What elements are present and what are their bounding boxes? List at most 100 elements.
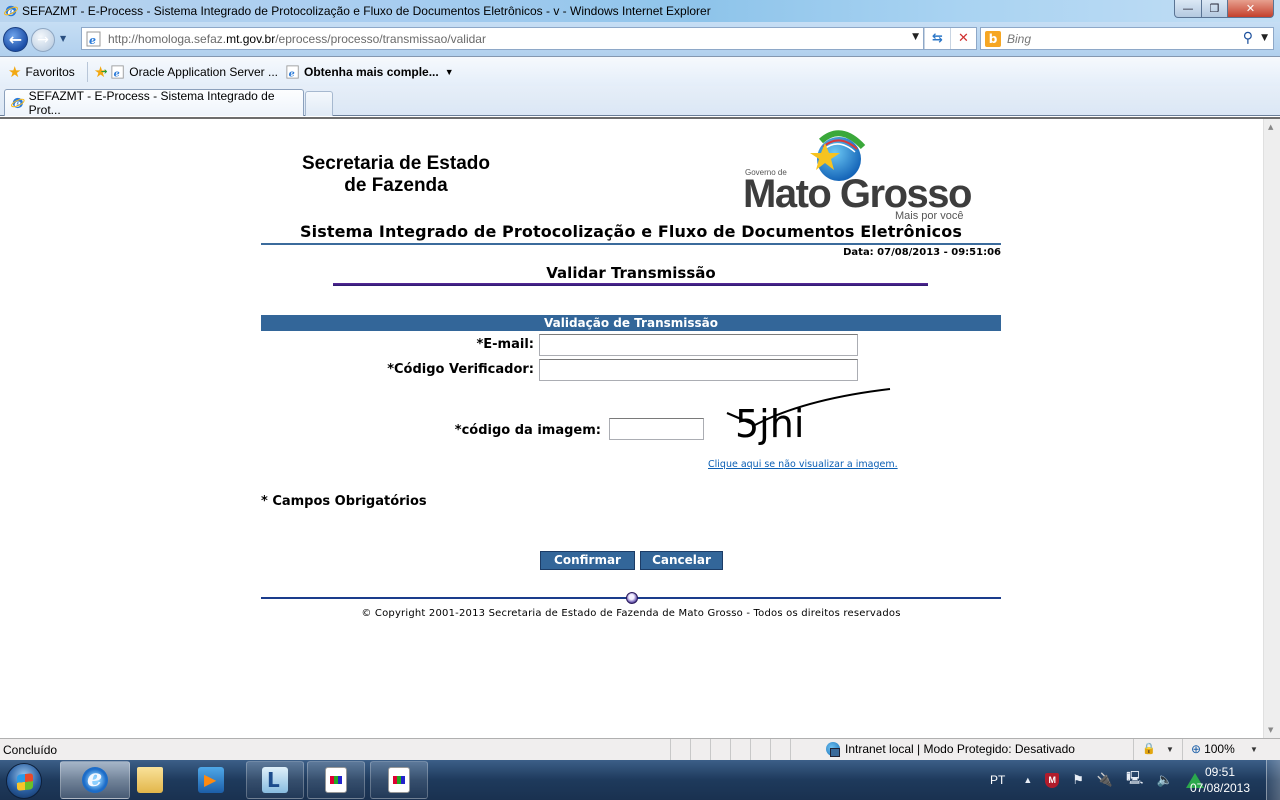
taskbar-internet-explorer[interactable] bbox=[60, 761, 130, 799]
close-window-button[interactable]: ✕ bbox=[1228, 0, 1274, 18]
favorite-oracle-app-server[interactable]: e Oracle Application Server ... bbox=[111, 65, 278, 79]
stop-button[interactable]: ✕ bbox=[950, 28, 976, 49]
recent-pages-dropdown[interactable]: ▼ bbox=[60, 34, 66, 43]
language-indicator[interactable]: PT bbox=[990, 773, 1005, 787]
taskbar-media-player[interactable] bbox=[183, 761, 239, 799]
new-tab-button[interactable] bbox=[305, 91, 333, 116]
zoom-icon: ⊕ bbox=[1191, 742, 1202, 756]
org-name: Secretaria de Estado de Fazenda bbox=[302, 153, 490, 196]
power-plug-icon[interactable]: 🔌 bbox=[1097, 772, 1113, 788]
protected-mode-icon[interactable]: 🔒 bbox=[1142, 742, 1156, 755]
divider bbox=[86, 61, 88, 82]
page-title: Validar Transmissão bbox=[546, 264, 716, 282]
divider bbox=[1182, 739, 1183, 761]
application-window-icon bbox=[325, 767, 347, 793]
required-fields-note: * Campos Obrigatórios bbox=[261, 494, 427, 509]
confirm-button[interactable]: Confirmar bbox=[540, 551, 635, 570]
captcha-label: *código da imagem: bbox=[454, 423, 601, 438]
copyright-text: © Copyright 2001-2013 Secretaria de Esta… bbox=[361, 608, 901, 619]
page-ie-icon: e bbox=[86, 31, 101, 47]
zoom-level-button[interactable]: ⊕ 100% bbox=[1191, 742, 1235, 756]
page-ie-icon: e bbox=[286, 64, 299, 79]
status-bar: Concluído Intranet local | Modo Protegid… bbox=[0, 738, 1280, 761]
verification-code-field[interactable] bbox=[539, 359, 858, 381]
taskbar: PT ▲ M ⚑ 🔌 🖳 🔈 09:51 07/08/2013 bbox=[0, 760, 1280, 800]
folder-icon bbox=[137, 767, 163, 793]
taskbar-window-1[interactable] bbox=[307, 761, 365, 799]
system-clock[interactable]: 09:51 07/08/2013 bbox=[1185, 764, 1255, 796]
arrow-right-icon: → bbox=[37, 32, 49, 48]
svg-text:e: e bbox=[114, 68, 120, 79]
refresh-button[interactable]: ⇆ bbox=[924, 28, 950, 49]
svg-text:e: e bbox=[289, 68, 295, 79]
address-dropdown-icon[interactable]: ▼ bbox=[912, 32, 919, 42]
captcha-image: 5jhi bbox=[726, 388, 891, 446]
email-field[interactable] bbox=[539, 334, 858, 356]
window-controls: — ❐ ✕ bbox=[1174, 0, 1274, 18]
application-window-icon bbox=[388, 767, 410, 793]
tab-sefazmt[interactable]: e SEFAZMT - E-Process - Sistema Integrad… bbox=[4, 89, 304, 117]
favorite-get-more-addons[interactable]: e Obtenha mais comple... ▼ bbox=[286, 65, 454, 79]
add-to-favorites-bar-icon[interactable]: ★ bbox=[94, 63, 108, 81]
zoom-dropdown-icon[interactable]: ▼ bbox=[1250, 745, 1258, 754]
tab-label: SEFAZMT - E-Process - Sistema Integrado … bbox=[28, 89, 275, 117]
header-divider bbox=[261, 243, 1001, 245]
cancel-button[interactable]: Cancelar bbox=[640, 551, 723, 570]
star-icon: ★ bbox=[8, 63, 22, 81]
window-titlebar: e SEFAZMT - E-Process - Sistema Integrad… bbox=[0, 0, 1280, 22]
address-bar[interactable]: e http://homologa.sefaz.mt.gov.br/eproce… bbox=[81, 27, 924, 50]
verification-code-label: *Código Verificador: bbox=[387, 362, 534, 377]
action-center-flag-icon[interactable]: ⚑ bbox=[1072, 772, 1084, 788]
url-text[interactable]: http://homologa.sefaz.mt.gov.br/eprocess… bbox=[108, 32, 486, 46]
captcha-field[interactable] bbox=[609, 418, 704, 440]
show-desktop-button[interactable] bbox=[1266, 760, 1280, 800]
current-date: Data: 07/08/2013 - 09:51:06 bbox=[843, 247, 1001, 258]
internet-explorer-icon: e bbox=[11, 98, 25, 110]
footer-ornament-icon bbox=[626, 592, 638, 604]
internet-explorer-icon: e bbox=[4, 5, 18, 18]
page-viewport: Secretaria de Estado de Fazenda Governo … bbox=[0, 117, 1280, 738]
captcha-reload-link[interactable]: Clique aqui se não visualizar a imagem. bbox=[708, 459, 898, 470]
forward-button[interactable]: → bbox=[31, 28, 55, 52]
navigation-bar: ← → ▼ e http://homologa.sefaz.mt.gov.br/… bbox=[0, 22, 1280, 56]
intranet-globe-icon bbox=[826, 742, 840, 757]
chevron-down-icon[interactable]: ▼ bbox=[1166, 745, 1174, 754]
window-title: SEFAZMT - E-Process - Sistema Integrado … bbox=[22, 4, 711, 18]
volume-icon[interactable]: 🔈 bbox=[1156, 772, 1172, 788]
status-text: Concluído bbox=[3, 742, 58, 757]
chevron-down-icon[interactable]: ▼ bbox=[445, 67, 454, 77]
vertical-scrollbar[interactable]: ▲ ▼ bbox=[1263, 119, 1280, 738]
scroll-down-icon[interactable]: ▼ bbox=[1268, 726, 1273, 734]
search-icon[interactable]: ⚲ bbox=[1243, 30, 1253, 46]
mcafee-icon[interactable]: M bbox=[1045, 772, 1060, 788]
system-title: Sistema Integrado de Protocolização e Fl… bbox=[300, 222, 962, 241]
page-ie-icon: e bbox=[111, 64, 124, 79]
back-button[interactable]: ← bbox=[3, 27, 28, 52]
title-underline bbox=[333, 283, 928, 286]
security-zone[interactable]: Intranet local | Modo Protegido: Desativ… bbox=[826, 742, 1075, 757]
status-separators bbox=[670, 739, 810, 761]
address-actions: ⇆ ✕ bbox=[924, 27, 977, 50]
arrow-left-icon: ← bbox=[8, 30, 23, 49]
taskbar-window-2[interactable] bbox=[370, 761, 428, 799]
lync-icon bbox=[262, 767, 288, 793]
mato-grosso-logo: Governo de Mato Grosso Mais por você bbox=[743, 125, 973, 222]
taskbar-file-explorer[interactable] bbox=[122, 761, 178, 799]
scroll-up-icon[interactable]: ▲ bbox=[1268, 123, 1273, 131]
start-button[interactable] bbox=[6, 763, 42, 799]
restore-button[interactable]: ❐ bbox=[1202, 0, 1228, 18]
show-hidden-icons-button[interactable]: ▲ bbox=[1023, 775, 1032, 785]
bing-logo-icon: b bbox=[985, 30, 1001, 47]
favorites-button[interactable]: ★ Favoritos bbox=[0, 63, 75, 81]
internet-explorer-icon bbox=[82, 763, 108, 793]
search-options-dropdown[interactable]: ▼ bbox=[1261, 33, 1268, 43]
system-tray: PT ▲ M ⚑ 🔌 🖳 🔈 bbox=[980, 760, 1204, 800]
search-placeholder[interactable]: Bing bbox=[1007, 32, 1031, 46]
minimize-button[interactable]: — bbox=[1174, 0, 1202, 18]
screen: e SEFAZMT - E-Process - Sistema Integrad… bbox=[0, 0, 1280, 800]
network-icon[interactable]: 🖳 bbox=[1126, 769, 1143, 791]
search-box[interactable]: b Bing ⚲ ▼ bbox=[980, 27, 1274, 50]
favorites-bar: ★ Favoritos ★ e Oracle Application Serve… bbox=[0, 56, 1280, 86]
taskbar-lync[interactable] bbox=[246, 761, 304, 799]
section-header: Validação de Transmissão bbox=[261, 315, 1001, 331]
